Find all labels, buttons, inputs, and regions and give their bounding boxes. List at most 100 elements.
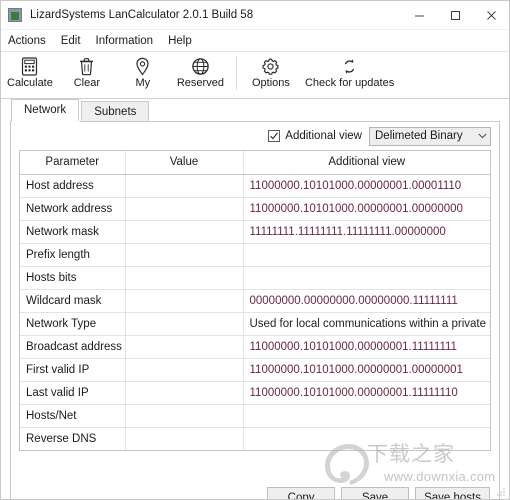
row-value	[125, 335, 244, 359]
menu-item-edit[interactable]: Edit	[61, 35, 89, 47]
minimize-button[interactable]	[401, 1, 437, 29]
row-value	[125, 404, 244, 428]
table-row[interactable]: Network address 11000000.10101000.000000…	[20, 197, 490, 221]
toolbar-button-check-for-updates[interactable]: Check for updates	[299, 54, 400, 90]
row-additional	[243, 243, 490, 267]
table-header-row: Parameter Value Additional view	[20, 151, 490, 175]
table-row[interactable]: Hosts/Net	[20, 404, 490, 428]
table-row[interactable]: First valid IP 11000000.10101000.0000000…	[20, 358, 490, 382]
menu-item-actions[interactable]: Actions	[8, 35, 54, 47]
row-value	[125, 289, 244, 313]
maximize-button[interactable]	[437, 1, 473, 29]
network-grid: Parameter Value Additional view Host add…	[19, 150, 491, 451]
row-additional	[243, 404, 490, 428]
toolbar-label-options: Options	[251, 77, 290, 89]
row-additional: Used for local communications within a p…	[243, 312, 490, 336]
table-row[interactable]: Network Type Used for local communicatio…	[20, 312, 490, 336]
chevron-down-icon	[474, 133, 490, 139]
row-value	[125, 427, 244, 450]
menu-item-information[interactable]: Information	[96, 35, 162, 47]
row-parameter: Broadcast address	[20, 335, 126, 359]
save-hosts-button[interactable]: Save hosts	[415, 487, 490, 499]
toolbar-button-my[interactable]: My	[115, 54, 171, 90]
toolbar-separator	[235, 56, 237, 90]
checkbox-box	[268, 130, 281, 142]
table-body: Host address 11000000.10101000.00000001.…	[20, 174, 490, 450]
window-controls	[401, 1, 509, 29]
additional-view-label: Additional view	[285, 130, 362, 142]
tab-subnets[interactable]: Subnets	[81, 101, 150, 121]
row-parameter: Host address	[20, 174, 126, 198]
row-value	[125, 266, 244, 290]
column-header-value[interactable]: Value	[125, 151, 244, 175]
toolbar-label-calculate: Calculate	[7, 77, 53, 89]
maximize-icon	[450, 10, 460, 20]
row-parameter: Last valid IP	[20, 381, 126, 405]
menu-item-help[interactable]: Help	[168, 35, 200, 47]
table-row[interactable]: Hosts bits	[20, 266, 490, 290]
app-window: LizardSystems LanCalculator 2.0.1 Build …	[0, 0, 510, 500]
row-value	[125, 312, 244, 336]
table-row[interactable]: Broadcast address 11000000.10101000.0000…	[20, 335, 490, 359]
row-additional: 11111111.11111111.11111111.00000000	[243, 220, 490, 244]
table-row[interactable]: Prefix length	[20, 243, 490, 267]
table-row[interactable]: Reverse DNS	[20, 427, 490, 450]
calculator-icon	[21, 55, 38, 77]
table-header: Parameter Value Additional view	[20, 151, 490, 175]
window-title: LizardSystems LanCalculator 2.0.1 Build …	[30, 9, 254, 21]
table-row[interactable]: Host address 11000000.10101000.00000001.…	[20, 174, 490, 198]
resize-grip[interactable]	[496, 487, 506, 497]
row-value	[125, 197, 244, 221]
row-value	[125, 220, 244, 244]
table-row[interactable]: Wildcard mask 00000000.00000000.00000000…	[20, 289, 490, 313]
row-parameter: Wildcard mask	[20, 289, 126, 313]
globe-icon	[191, 55, 210, 77]
table-row[interactable]: Last valid IP 11000000.10101000.00000001…	[20, 381, 490, 405]
toolbar-label-my: My	[135, 77, 151, 89]
row-parameter: First valid IP	[20, 358, 126, 382]
row-value	[125, 381, 244, 405]
row-additional	[243, 266, 490, 290]
row-parameter: Hosts bits	[20, 266, 126, 290]
location-pin-icon	[134, 55, 151, 77]
refresh-icon	[341, 55, 358, 77]
trash-icon	[78, 55, 95, 77]
close-icon	[486, 10, 496, 20]
save-button[interactable]: Save	[341, 487, 410, 499]
row-value	[125, 243, 244, 267]
row-parameter: Network Type	[20, 312, 126, 336]
toolbar-label-clear: Clear	[73, 77, 100, 89]
row-parameter: Network address	[20, 197, 126, 221]
toolbar-button-calculate[interactable]: Calculate	[1, 54, 59, 90]
row-additional: 11000000.10101000.00000001.11111111	[243, 335, 490, 359]
toolbar-button-clear[interactable]: Clear	[59, 54, 115, 90]
minimize-icon	[414, 15, 424, 16]
network-table: Parameter Value Additional view Host add…	[20, 151, 490, 450]
column-header-parameter[interactable]: Parameter	[20, 151, 126, 175]
action-button-row: Copy Save Save hosts	[11, 487, 499, 499]
close-button[interactable]	[473, 1, 509, 29]
tab-page-network: Additional view Delimeted Binary Paramet…	[10, 121, 500, 499]
tab-network[interactable]: Network	[11, 99, 80, 121]
row-parameter: Prefix length	[20, 243, 126, 267]
checkmark-icon	[270, 132, 279, 140]
app-icon	[8, 8, 22, 22]
gear-icon	[261, 55, 280, 77]
row-parameter: Network mask	[20, 220, 126, 244]
row-parameter: Hosts/Net	[20, 404, 126, 428]
tab-strip: Network Subnets	[1, 99, 509, 121]
toolbar-button-options[interactable]: Options	[243, 54, 299, 90]
toolbar-label-reserved: Reserved	[176, 77, 224, 89]
copy-button[interactable]: Copy	[267, 487, 336, 499]
toolbar: Calculate Clear My Reserved Options Chec…	[1, 52, 509, 99]
table-row[interactable]: Network mask 11111111.11111111.11111111.…	[20, 220, 490, 244]
row-additional	[243, 427, 490, 450]
format-select[interactable]: Delimeted Binary	[369, 126, 491, 146]
row-additional: 11000000.10101000.00000001.00000001	[243, 358, 490, 382]
options-row: Additional view Delimeted Binary	[11, 122, 499, 150]
row-value	[125, 174, 244, 198]
column-header-additional-view[interactable]: Additional view	[243, 151, 490, 175]
toolbar-button-reserved[interactable]: Reserved	[171, 54, 230, 90]
row-value	[125, 358, 244, 382]
additional-view-checkbox[interactable]: Additional view	[268, 130, 362, 142]
